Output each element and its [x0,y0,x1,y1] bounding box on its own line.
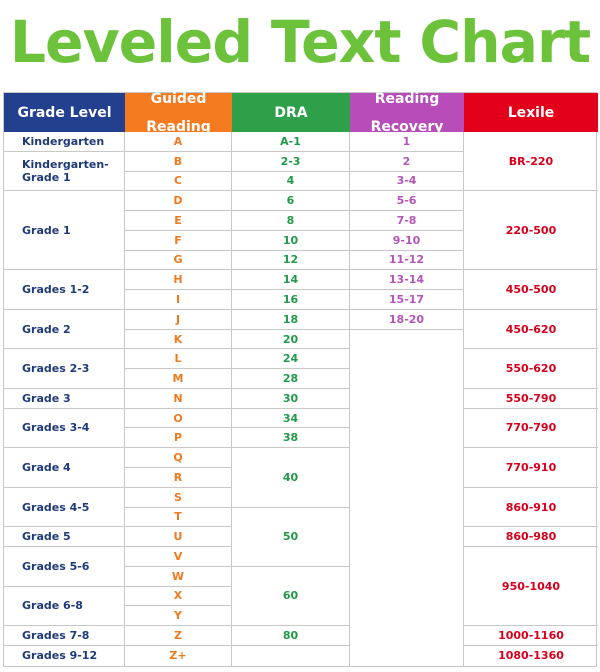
grade-level-cell: Grades 3-4 [4,408,125,449]
header-grade-level: Grade Level [4,93,125,132]
guided-reading-cell: C [125,171,232,192]
dra-cell: 10 [232,230,350,251]
reading-recovery-cell: 9-10 [350,230,464,251]
guided-reading-cell: W [125,566,232,587]
dra-cell: 34 [232,408,350,429]
header-text: Guided [150,90,207,107]
lexile-cell: 220-500 [464,191,598,271]
guided-reading-cell: Z [125,626,232,646]
guided-reading-cell: N [125,388,232,409]
lexile-cell: 1000-1160 [464,626,598,646]
dra-cell: 24 [232,349,350,370]
grade-level-cell: Grades 7-8 [4,626,125,646]
dra-cell: 20 [232,329,350,350]
guided-reading-cell: D [125,191,232,212]
reading-recovery-cell: 3-4 [350,171,464,192]
reading-recovery-cell: 7-8 [350,211,464,231]
header-lexile: Lexile [464,93,598,132]
dra-cell: 18 [232,309,350,330]
grade-level-cell: Grades 4-5 [4,487,125,528]
guided-reading-cell: J [125,309,232,330]
grade-level-cell: Grade 1 [4,191,125,271]
grade-level-cell: Grades 5-6 [4,547,125,587]
guided-reading-cell: O [125,408,232,429]
lexile-cell: 450-500 [464,270,598,310]
reading-recovery-cell: 2 [350,151,464,172]
header-guided-reading: Guided Reading [125,90,232,134]
reading-recovery-cell: 5-6 [350,191,464,212]
reading-recovery-cell: 13-14 [350,270,464,291]
grade-level-cell: Grade 6-8 [4,586,125,627]
grade-level-cell: Grades 2-3 [4,349,125,389]
guided-reading-cell: S [125,487,232,508]
reading-recovery-cell: 1 [350,132,464,152]
dra-cell: 4 [232,171,350,192]
guided-reading-cell: T [125,507,232,528]
guided-reading-cell: A [125,132,232,152]
grade-level-cell: Grade 5 [4,527,125,548]
header-text: Reading [374,90,440,107]
dra-cell: 2-3 [232,151,350,172]
guided-reading-cell: H [125,270,232,291]
reading-recovery-cell: 18-20 [350,309,464,330]
guided-reading-cell: F [125,230,232,251]
grade-level-cell: Grade 2 [4,309,125,350]
dra-cell: A-1 [232,132,350,152]
grade-level-cell: Grade 4 [4,448,125,488]
guided-reading-cell: V [125,547,232,567]
dra-cell: 6 [232,191,350,212]
dra-cell: 30 [232,388,350,409]
header-dra: DRA [232,93,350,132]
header-reading-recovery: Reading Recovery [350,90,464,134]
dra-cell: 60 [232,566,350,627]
reading-recovery-cell: 15-17 [350,290,464,310]
guided-reading-cell: Q [125,448,232,469]
header-text: Grade Level [17,104,112,121]
guided-reading-cell: I [125,290,232,310]
guided-reading-cell: L [125,349,232,370]
dra-cell: 80 [232,626,350,646]
grade-level-cell: Kindergarten [4,132,125,152]
lexile-cell: BR-220 [464,132,598,192]
header-text: Lexile [507,104,555,121]
grade-level-cell: Grades 9-12 [4,645,125,666]
leveled-text-table: Grade Level Guided Reading DRA Reading Rec… [3,90,598,667]
guided-reading-cell: R [125,468,232,488]
lexile-cell: 550-620 [464,349,598,389]
dra-cell: 14 [232,270,350,291]
reading-recovery-cell: 11-12 [350,250,464,271]
guided-reading-cell: G [125,250,232,271]
reading-recovery-cell [350,329,464,666]
guided-reading-cell: E [125,211,232,231]
lexile-cell: 950-1040 [464,547,598,627]
dra-cell: 40 [232,448,350,508]
dra-cell: 12 [232,250,350,271]
dra-cell [232,645,350,666]
guided-reading-cell: P [125,428,232,449]
dra-cell: 8 [232,211,350,231]
header-text: DRA [274,104,308,121]
dra-cell: 50 [232,507,350,567]
dra-cell: 38 [232,428,350,449]
grade-level-cell: Grade 3 [4,388,125,409]
guided-reading-cell: X [125,586,232,607]
guided-reading-cell: K [125,329,232,350]
guided-reading-cell: Y [125,606,232,627]
lexile-cell: 450-620 [464,310,598,350]
dra-cell: 28 [232,369,350,389]
guided-reading-cell: Z+ [125,645,232,666]
lexile-cell: 860-910 [464,488,598,528]
guided-reading-cell: B [125,151,232,172]
grade-level-cell: Kindergarten- Grade 1 [4,151,125,192]
chart-title: Leveled Text Chart [9,8,591,76]
guided-reading-cell: M [125,369,232,389]
lexile-cell: 770-910 [464,448,598,488]
lexile-cell: 550-790 [464,389,598,409]
grade-level-cell: Grades 1-2 [4,270,125,310]
lexile-cell: 770-790 [464,409,598,449]
dra-cell: 16 [232,290,350,310]
lexile-cell: 860-980 [464,527,598,548]
guided-reading-cell: U [125,527,232,548]
lexile-cell: 1080-1360 [498,649,564,663]
